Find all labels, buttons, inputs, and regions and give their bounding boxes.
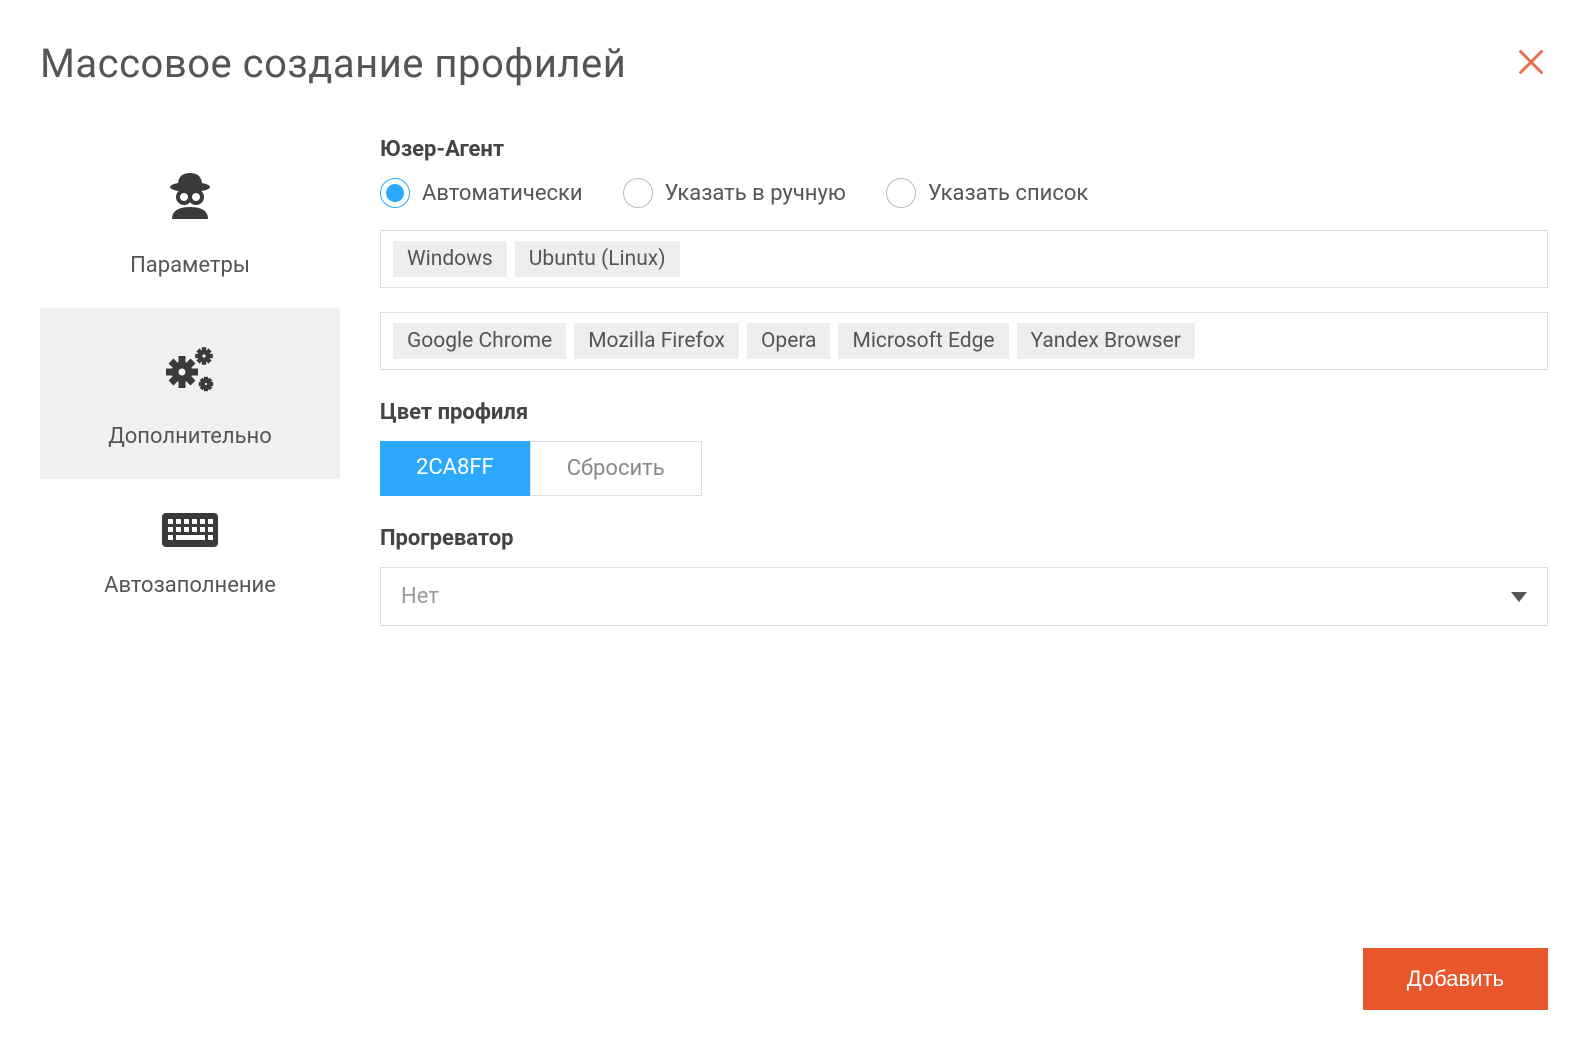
color-value-button[interactable]: 2CA8FF (380, 441, 530, 496)
browser-tag[interactable]: Mozilla Firefox (574, 323, 739, 359)
close-button[interactable] (1514, 45, 1548, 83)
radio-label: Указать список (928, 181, 1088, 206)
sidebar-item-label: Параметры (130, 253, 250, 278)
add-button[interactable]: Добавить (1363, 948, 1548, 1010)
warmer-selected-value: Нет (401, 584, 439, 609)
gears-icon (158, 338, 222, 406)
radio-option-list[interactable]: Указать список (886, 178, 1088, 208)
radio-label: Указать в ручную (665, 181, 846, 206)
warmer-select[interactable]: Нет (380, 567, 1548, 626)
sidebar-item-label: Автозаполнение (104, 573, 276, 598)
os-tag[interactable]: Ubuntu (Linux) (515, 241, 680, 277)
user-agent-title: Юзер-Агент (380, 137, 1548, 162)
browser-tag-box[interactable]: Google Chrome Mozilla Firefox Opera Micr… (380, 312, 1548, 370)
sidebar-item-advanced[interactable]: Дополнительно (40, 308, 340, 479)
close-icon (1514, 45, 1548, 79)
spy-icon (158, 167, 222, 235)
profile-color-title: Цвет профиля (380, 400, 1548, 425)
browser-tag[interactable]: Microsoft Edge (838, 323, 1008, 359)
radio-indicator (380, 178, 410, 208)
browser-tag[interactable]: Opera (747, 323, 831, 359)
radio-indicator (886, 178, 916, 208)
browser-tag[interactable]: Google Chrome (393, 323, 566, 359)
reset-color-button[interactable]: Сбросить (530, 441, 702, 496)
os-tag[interactable]: Windows (393, 241, 507, 277)
browser-tag[interactable]: Yandex Browser (1017, 323, 1195, 359)
radio-option-manual[interactable]: Указать в ручную (623, 178, 846, 208)
radio-indicator (623, 178, 653, 208)
sidebar: Параметры (40, 137, 340, 656)
chevron-down-icon (1511, 587, 1527, 606)
radio-option-auto[interactable]: Автоматически (380, 178, 583, 208)
sidebar-item-label: Дополнительно (108, 424, 272, 449)
radio-label: Автоматически (422, 181, 583, 206)
sidebar-item-parameters[interactable]: Параметры (40, 137, 340, 308)
keyboard-icon (158, 509, 222, 555)
warmer-title: Прогреватор (380, 526, 1548, 551)
page-title: Массовое создание профилей (40, 40, 626, 87)
os-tag-box[interactable]: Windows Ubuntu (Linux) (380, 230, 1548, 288)
user-agent-radio-group: Автоматически Указать в ручную Указать с… (380, 178, 1548, 208)
sidebar-item-autofill[interactable]: Автозаполнение (40, 479, 340, 628)
